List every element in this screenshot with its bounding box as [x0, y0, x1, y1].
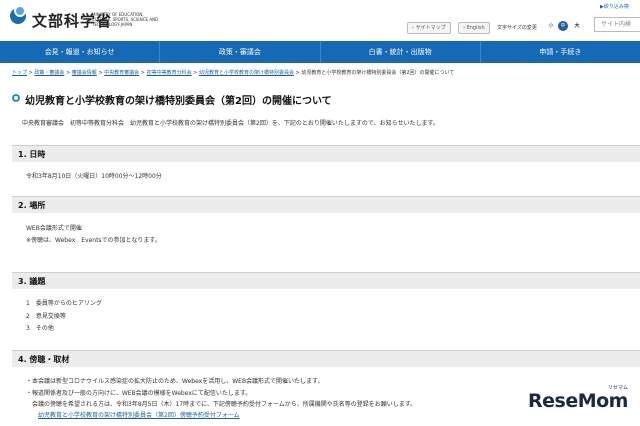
site-search-input[interactable]: サイト内検	[594, 17, 640, 32]
nav-item-publications[interactable]: 白書・統計・出版物	[321, 41, 481, 63]
reservation-form-link[interactable]: 幼児教育と小学校教育の架け橋特別委員会（第2回）傍聴予約受付フォーム	[38, 410, 240, 419]
breadcrumb: トップ > 政策・審議会 > 審議会情報 > 中央教育審議会 > 初等中等教育分…	[12, 70, 455, 76]
agenda-item: 1 委員等からのヒアリング	[26, 300, 102, 307]
page-title: 幼児教育と小学校教育の架け橋特別委員会（第2回）の開催について	[25, 96, 332, 107]
site-header: 文部科学省 MINISTRY OF EDUCATION, CULTURE, SP…	[0, 0, 640, 40]
breadcrumb-link[interactable]: 初等中等教育分科会	[147, 70, 192, 76]
advanced-search-link[interactable]: ▶絞り込み検	[600, 3, 629, 10]
nav-item-applications[interactable]: 申請・手続き	[481, 41, 640, 63]
breadcrumb-link[interactable]: トップ	[12, 70, 27, 76]
advanced-search-label: 絞り込み検	[603, 4, 629, 10]
mext-logo-icon[interactable]	[10, 5, 26, 24]
section-heading-datetime: 1. 日時	[12, 145, 640, 162]
bullet-circle-icon	[12, 94, 20, 102]
section-text: ※傍聴は、Webex Eventsでの参加となります。	[26, 237, 161, 244]
section-text: ・報道関係者及び一般の方向けに、WEB会議の模様をWebexにて配信いたします。	[26, 390, 252, 397]
page-title-row: 幼児教育と小学校教育の架け橋特別委員会（第2回）の開催について	[12, 92, 632, 107]
section-heading-label: 4. 傍聴・取材	[18, 355, 70, 364]
breadcrumb-link[interactable]: 審議会情報	[72, 70, 97, 76]
section-heading-label: 3. 議題	[18, 277, 46, 286]
font-size-small-button[interactable]: 小	[546, 21, 556, 31]
nav-item-news[interactable]: 会見・報道・お知らせ	[0, 41, 161, 63]
breadcrumb-current: 幼児教育と小学校教育の架け橋特別委員会（第2回）の開催について	[301, 70, 455, 76]
section-heading-agenda: 3. 議題	[12, 272, 640, 289]
section-text: ・本会議は新型コロナウイルス感染症の拡大防止のため、Webexを活用し、WEB会…	[26, 378, 324, 385]
nav-item-policy[interactable]: 政策・審議会	[160, 41, 321, 63]
intro-text: 中央教育審議会 初等中等教育分科会 幼児教育と小学校教育の架け橋特別委員会（第2…	[22, 120, 439, 127]
resemom-watermark: ReseMom	[528, 390, 628, 412]
breadcrumb-link[interactable]: 中央教育審議会	[104, 70, 139, 76]
sitemap-label: サイトマップ	[415, 25, 446, 31]
section-text: 令和3年8月10日（火曜日）10時00分～12時00分	[26, 173, 162, 180]
breadcrumb-link[interactable]: 政策・審議会	[34, 70, 64, 76]
agenda-item: 2 意見交換等	[26, 313, 66, 320]
breadcrumb-link[interactable]: 幼児教育と小学校教育の架け橋特別委員会	[199, 70, 294, 76]
site-logo-subtitle: MINISTRY OF EDUCATION, CULTURE, SPORTS, …	[92, 12, 159, 27]
font-size-medium-button[interactable]: 中	[558, 21, 568, 31]
section-text: 会議の傍聴を希望される方は、令和3年8月5日（木）17時までに、下記傍聴予約受付…	[26, 401, 417, 408]
section-heading-observation: 4. 傍聴・取材	[12, 350, 640, 367]
section-text: WEB会議形式で開催	[26, 225, 82, 232]
english-label: English	[466, 25, 485, 31]
font-size-large-button[interactable]: 大	[572, 21, 582, 31]
section-heading-label: 2. 場所	[18, 201, 46, 210]
section-heading-label: 1. 日時	[18, 150, 46, 159]
section-heading-place: 2. 場所	[12, 196, 640, 213]
sitemap-button[interactable]: › サイトマップ	[407, 22, 451, 34]
english-button[interactable]: › English	[458, 22, 490, 34]
global-nav: 会見・報道・お知らせ 政策・審議会 白書・統計・出版物 申請・手続き	[0, 41, 640, 63]
font-size-label: 文字サイズの変更	[497, 25, 537, 31]
agenda-item: 3 その他	[26, 325, 54, 332]
